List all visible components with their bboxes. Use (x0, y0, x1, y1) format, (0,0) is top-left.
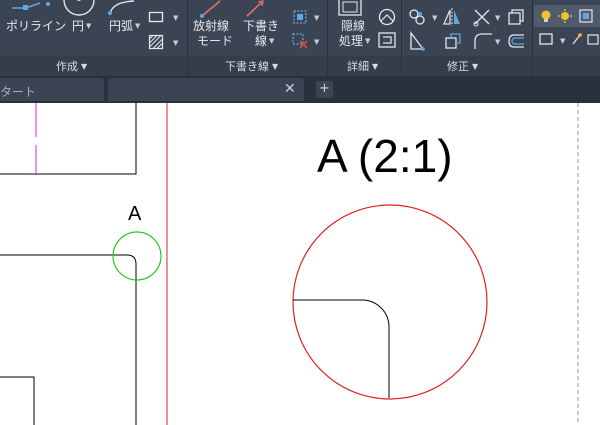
chevron-down-icon[interactable]: ▼ (560, 37, 565, 45)
draft-select-icon[interactable] (291, 8, 309, 26)
move-icon[interactable] (407, 7, 427, 27)
close-icon[interactable]: ✕ (284, 81, 296, 97)
file-tab-bar: タート ✕ + (0, 76, 600, 103)
detail-callout-circle[interactable] (112, 231, 162, 281)
circle-icon[interactable] (62, 0, 96, 16)
detail-view-icon[interactable] (377, 7, 397, 27)
arc-icon[interactable] (106, 0, 140, 16)
hidden-line-button[interactable]: 処理 ▼ (339, 34, 370, 48)
scale-icon[interactable] (443, 31, 463, 51)
chevron-down-icon: ▼ (272, 62, 279, 71)
panel-divider (187, 0, 188, 76)
chevron-down-icon[interactable]: ▼ (173, 39, 178, 47)
radial-mode-label-1[interactable]: 放射線 (193, 19, 229, 33)
panel-divider (401, 0, 402, 76)
panel-title-create-label: 作成 (56, 60, 78, 73)
chevron-down-icon[interactable]: ▼ (173, 14, 178, 22)
panel-divider (532, 0, 533, 76)
polyline-button[interactable]: ポリライン (6, 19, 66, 33)
chevron-down-icon: ▼ (365, 37, 371, 45)
draft-line-icon[interactable] (244, 0, 266, 18)
trim-icon[interactable] (472, 7, 492, 27)
chevron-down-icon: ▼ (372, 62, 379, 71)
layer-match-icon[interactable] (570, 31, 600, 47)
chevron-down-icon[interactable]: ▼ (495, 38, 500, 46)
chevron-down-icon[interactable]: ▼ (314, 14, 319, 22)
panel-title-modify[interactable]: 修正 ▼ (447, 58, 478, 74)
drawing-svg (0, 103, 579, 425)
drawing-canvas[interactable]: A A (2:1) (0, 103, 600, 425)
draft-delete-icon[interactable] (291, 32, 309, 50)
draft-line-label-1[interactable]: 下書き (243, 19, 279, 33)
panel-title-draft-label: 下書き線 (225, 60, 269, 73)
detail-callout-label: A (128, 203, 142, 225)
hatch-icon[interactable] (148, 34, 164, 50)
layer-icon[interactable] (538, 31, 554, 47)
fillet-icon[interactable] (472, 31, 494, 51)
arc-button[interactable]: 円弧 ▼ (109, 19, 140, 33)
chevron-down-icon: ▼ (269, 37, 275, 45)
ribbon: ポリライン 円▼ 円弧▼ ▼ ▼ 作成▼ 放射線 モード 下書き 線▼ (0, 0, 600, 76)
draft-line-label-2: 線 (255, 34, 268, 48)
panel-title-detail-label: 詳細 (347, 60, 369, 73)
mirror-icon[interactable] (443, 7, 461, 27)
new-tab-button[interactable]: + (316, 81, 333, 98)
section-view-icon[interactable] (377, 31, 397, 49)
draft-line-button[interactable]: 線 ▼ (255, 34, 274, 48)
hidden-line-label-1[interactable]: 隠線 (341, 19, 365, 33)
hidden-line-icon[interactable] (336, 0, 366, 18)
radial-mode-label-2[interactable]: モード (197, 34, 233, 48)
layer-status-icons[interactable] (538, 7, 600, 25)
tab-drawing[interactable]: ✕ (108, 78, 304, 101)
stretch-icon[interactable] (407, 31, 427, 51)
chevron-down-icon: ▼ (81, 62, 88, 71)
panel-divider (327, 0, 328, 76)
radial-mode-icon[interactable] (198, 0, 224, 18)
panel-title-create[interactable]: 作成 ▼ (56, 58, 87, 74)
circle-button[interactable]: 円 ▼ (72, 19, 91, 33)
panel-title-draft[interactable]: 下書き線 ▼ (225, 58, 278, 74)
part-outline-top (0, 103, 137, 175)
hidden-line-label-2: 処理 (339, 34, 364, 48)
tab-start-label: タート (0, 85, 37, 99)
detail-geometry (293, 299, 390, 398)
chevron-down-icon[interactable]: ▼ (314, 38, 319, 46)
rectangle-icon[interactable] (148, 10, 164, 24)
part-outline-inner (0, 376, 35, 425)
chevron-down-icon: ▼ (86, 22, 92, 30)
part-outline-main (0, 254, 137, 425)
polyline-icon[interactable] (10, 0, 54, 12)
chevron-down-icon: ▼ (135, 22, 141, 30)
panel-title-bar (0, 56, 600, 76)
chevron-down-icon[interactable]: ▼ (432, 14, 437, 22)
panel-title-modify-label: 修正 (447, 60, 469, 73)
arc-label: 円弧 (109, 19, 134, 33)
copy-icon[interactable] (506, 7, 526, 27)
chevron-down-icon: ▼ (472, 62, 479, 71)
detail-view-boundary[interactable] (292, 204, 488, 400)
panel-title-detail[interactable]: 詳細 ▼ (347, 58, 378, 74)
circle-label: 円 (72, 19, 85, 33)
detail-view-title: A (2:1) (317, 130, 453, 182)
tab-start[interactable]: タート (0, 78, 104, 101)
chevron-down-icon[interactable]: ▼ (495, 14, 500, 22)
offset-icon[interactable] (506, 31, 526, 51)
